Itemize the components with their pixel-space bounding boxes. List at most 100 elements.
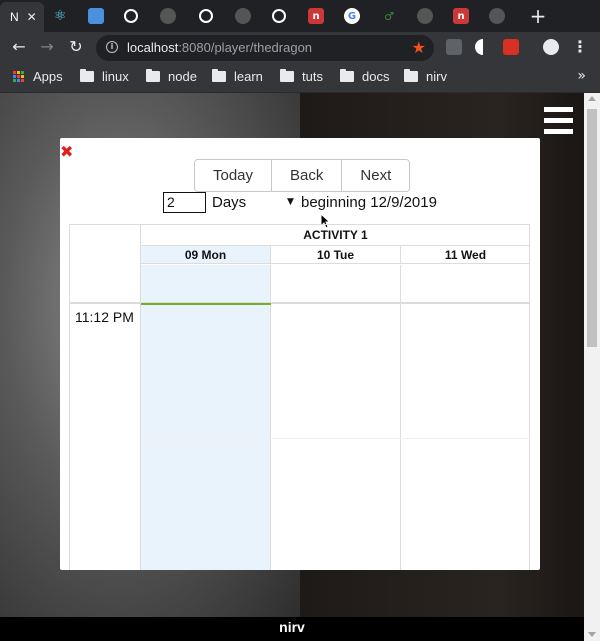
extension-icon[interactable]: [446, 39, 462, 55]
range-start-label[interactable]: beginning 12/9/2019: [301, 194, 437, 211]
github-icon: [489, 8, 505, 24]
tab-active[interactable]: N ✕: [0, 2, 44, 32]
today-button[interactable]: Today: [195, 160, 273, 191]
date-nav-group: Today Back Next: [194, 159, 411, 192]
scroll-down-icon[interactable]: [588, 632, 596, 637]
bookmark-apps[interactable]: Apps: [13, 69, 63, 84]
reload-icon[interactable]: ↻: [65, 36, 87, 58]
day-column-tue[interactable]: [271, 304, 401, 570]
dropdown-arrow-icon[interactable]: ▼: [287, 197, 294, 207]
folder-icon: [340, 69, 354, 82]
tab-google[interactable]: G: [344, 4, 360, 28]
new-tab-icon[interactable]: +: [528, 4, 548, 28]
next-button[interactable]: Next: [342, 160, 410, 191]
tab-globe-2[interactable]: [199, 4, 213, 28]
menu-dots-icon[interactable]: ⋮: [569, 36, 591, 58]
bookmark-folder-nirv[interactable]: nirv: [404, 69, 447, 84]
day-count-input[interactable]: 2: [163, 192, 206, 213]
profile-icon[interactable]: [543, 39, 559, 55]
allday-cell-mon[interactable]: [141, 265, 271, 302]
tab-github-3[interactable]: [417, 4, 433, 28]
calendar-grid: ACTIVITY 1 09 Mon 10 Tue 11 Wed 11:12 PM: [69, 224, 530, 570]
tab-github-2[interactable]: [235, 4, 251, 28]
tab-title: N: [10, 10, 19, 24]
tab-calendar[interactable]: [88, 4, 104, 28]
page-scrollbar[interactable]: [584, 93, 600, 641]
scrollbar-thumb[interactable]: [587, 109, 597, 347]
bookmark-label: tuts: [302, 69, 323, 84]
tab-close-icon[interactable]: ✕: [27, 10, 37, 24]
bookmark-label: docs: [362, 69, 390, 84]
tab-strip: N ✕ ⚛ n G ♂ n +: [0, 0, 600, 32]
forward-arrow-icon[interactable]: →: [36, 36, 58, 58]
time-slot-label: 11:12 PM: [75, 309, 134, 325]
calendar-app-icon: [88, 8, 104, 24]
apps-grid-icon: [13, 70, 25, 83]
tab-globe-3[interactable]: [272, 4, 286, 28]
bookmark-star-icon[interactable]: ★: [412, 38, 426, 57]
allday-cell-wed[interactable]: [401, 265, 530, 302]
bookmark-label: node: [168, 69, 197, 84]
bookmark-label: learn: [234, 69, 263, 84]
page-viewport: ✖ Today Back Next 2 Days ▼ beginning 12/…: [0, 93, 600, 641]
scroll-up-icon[interactable]: [588, 96, 596, 101]
extension-red-icon[interactable]: [503, 39, 519, 55]
day-column-mon[interactable]: [141, 304, 271, 570]
npm-icon: n: [308, 8, 324, 24]
bookmark-folder-learn[interactable]: learn: [212, 69, 263, 84]
bookmark-label: nirv: [426, 69, 447, 84]
node-icon: ♂: [384, 9, 394, 23]
folder-icon: [212, 69, 226, 82]
footer-brand: nirv: [279, 619, 305, 635]
folder-icon: [280, 69, 294, 82]
bookmark-folder-docs[interactable]: docs: [340, 69, 389, 84]
tab-node[interactable]: ♂: [381, 4, 397, 28]
github-icon: [160, 8, 176, 24]
address-bar[interactable]: i localhost:8080/player/thedragon ★: [96, 35, 434, 61]
folder-icon: [404, 69, 418, 82]
folder-icon: [80, 69, 94, 82]
tab-github-4[interactable]: [489, 4, 505, 28]
react-icon: ⚛: [53, 8, 67, 24]
npm-icon: n: [453, 8, 469, 24]
range-unit-label: Days: [212, 194, 247, 211]
bookmark-label: Apps: [33, 69, 63, 84]
tab-globe-1[interactable]: [124, 4, 138, 28]
tab-react[interactable]: ⚛: [52, 4, 68, 28]
bookmark-folder-node[interactable]: node: [146, 69, 197, 84]
current-time-indicator: [141, 303, 271, 305]
bookmarks-bar: Apps linux node learn tuts docs nirv »: [0, 62, 600, 93]
browser-toolbar: ← → ↻ i localhost:8080/player/thedragon …: [0, 32, 600, 62]
bookmark-folder-linux[interactable]: linux: [80, 69, 129, 84]
bookmark-label: linux: [102, 69, 129, 84]
tab-npm-1[interactable]: n: [308, 4, 324, 28]
github-icon: [235, 8, 251, 24]
folder-icon: [146, 69, 160, 82]
tab-github-1[interactable]: [160, 4, 176, 28]
tab-npm-2[interactable]: n: [453, 4, 469, 28]
dark-mode-icon[interactable]: [475, 39, 491, 55]
url-host: localhost: [127, 40, 179, 55]
google-icon: G: [344, 8, 360, 24]
back-button[interactable]: Back: [272, 160, 343, 191]
resource-header: ACTIVITY 1: [141, 225, 530, 246]
day-header-tue[interactable]: 10 Tue: [271, 246, 401, 264]
day-header-mon[interactable]: 09 Mon: [141, 246, 271, 264]
bookmark-folder-tuts[interactable]: tuts: [280, 69, 323, 84]
close-icon[interactable]: ✖: [60, 144, 76, 160]
hamburger-menu-icon[interactable]: [544, 107, 573, 135]
bookmarks-overflow-icon[interactable]: »: [577, 68, 586, 84]
day-header-wed[interactable]: 11 Wed: [401, 246, 530, 264]
globe-icon: [272, 9, 286, 23]
site-footer: nirv: [0, 617, 584, 641]
time-gutter: [70, 225, 141, 570]
back-arrow-icon[interactable]: ←: [8, 36, 30, 58]
globe-icon: [199, 9, 213, 23]
allday-cell-tue[interactable]: [271, 265, 401, 302]
info-icon[interactable]: i: [106, 41, 118, 53]
url-path: :8080/player/thedragon: [178, 40, 313, 55]
hour-divider: [141, 438, 530, 439]
globe-icon: [124, 9, 138, 23]
calendar-modal: ✖ Today Back Next 2 Days ▼ beginning 12/…: [60, 138, 540, 570]
day-column-wed[interactable]: [401, 304, 530, 570]
